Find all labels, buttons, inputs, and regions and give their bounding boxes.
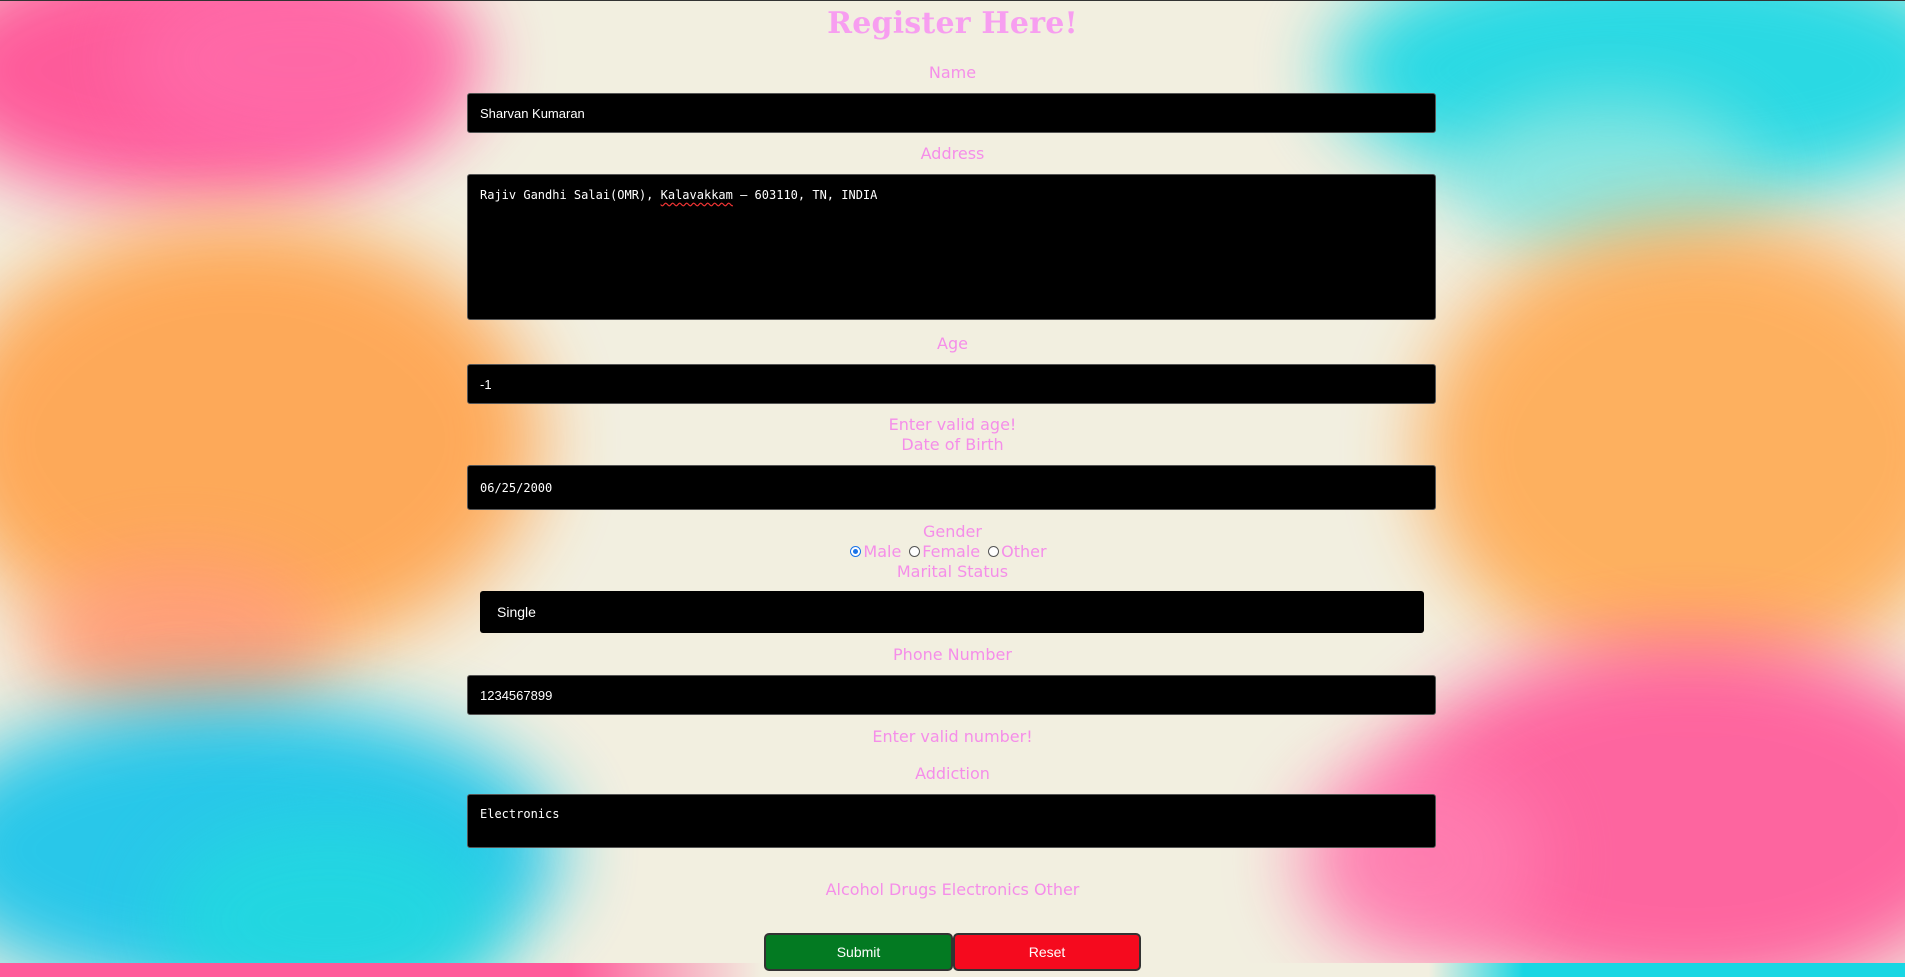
age-input[interactable]: -1 [467, 364, 1436, 404]
radio-male[interactable] [850, 546, 862, 557]
age-label: Age [937, 334, 968, 353]
name-input[interactable]: Sharvan Kumaran [467, 93, 1436, 133]
gender-option-male[interactable]: Male [850, 542, 901, 561]
age-value: -1 [480, 376, 492, 392]
phone-value: 1234567899 [480, 687, 553, 703]
marital-status-label: Marital Status [896, 562, 1009, 581]
gender-option-other[interactable]: Other [988, 542, 1047, 561]
radio-other[interactable] [988, 546, 1000, 557]
radio-female[interactable] [909, 546, 921, 557]
marital-status-value: Single [497, 604, 536, 620]
name-value: Sharvan Kumaran [480, 105, 585, 121]
gender-label: Gender [923, 522, 982, 541]
age-error: Enter valid age! [888, 415, 1017, 434]
addiction-value: Electronics [480, 807, 560, 821]
phone-label: Phone Number [893, 645, 1012, 664]
address-textarea[interactable]: Rajiv Gandhi Salai(OMR), Kalavakkam – 60… [467, 174, 1436, 320]
marital-status-select[interactable]: Single [480, 591, 1424, 633]
gender-option-female[interactable]: Female [909, 542, 980, 561]
gender-radio-group: Male Female Other [0, 542, 1905, 561]
addiction-label: Addiction [915, 764, 990, 783]
submit-button[interactable]: Submit [764, 933, 953, 971]
spellcheck-word: Kalavakkam [660, 188, 733, 202]
phone-input[interactable]: 1234567899 [467, 675, 1436, 715]
address-label: Address [920, 144, 985, 163]
addiction-options-list: Alcohol Drugs Electronics Other [825, 880, 1080, 899]
page-title: Register Here! [827, 6, 1078, 41]
name-label: Name [928, 63, 977, 82]
reset-button[interactable]: Reset [953, 933, 1141, 971]
phone-error: Enter valid number! [872, 727, 1033, 746]
dob-input[interactable]: 06/25/2000 [467, 465, 1436, 510]
register-form: Register Here! Name Sharvan Kumaran Addr… [0, 0, 1905, 977]
addiction-input[interactable]: Electronics [467, 794, 1436, 848]
dob-value: 06/25/2000 [480, 480, 553, 495]
address-value: Rajiv Gandhi Salai(OMR), Kalavakkam – 60… [480, 188, 878, 202]
dob-label: Date of Birth [901, 435, 1004, 454]
